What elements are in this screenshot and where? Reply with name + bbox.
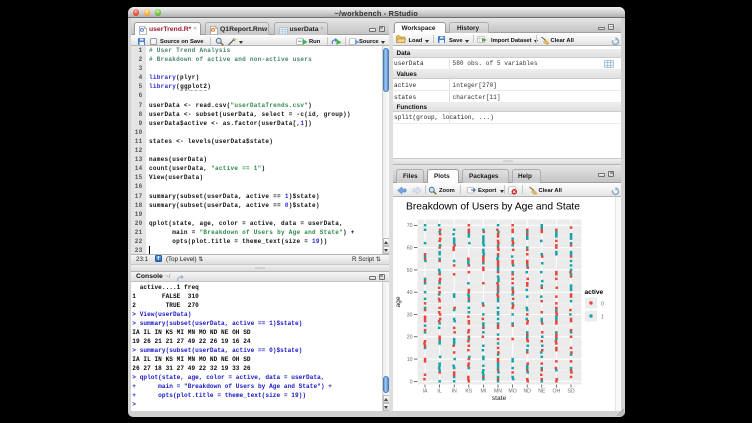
svg-text:IN: IN: [452, 389, 457, 395]
svg-text:MN: MN: [494, 389, 502, 395]
svg-text:KS: KS: [465, 389, 472, 395]
svg-text:MO: MO: [508, 389, 516, 395]
svg-text:NE: NE: [538, 389, 546, 395]
svg-text:60: 60: [407, 246, 413, 252]
svg-text:MI: MI: [481, 389, 487, 395]
svg-text:20: 20: [407, 335, 413, 341]
svg-text:IL: IL: [437, 389, 441, 395]
svg-text:OH: OH: [553, 389, 561, 395]
svg-text:state: state: [492, 395, 507, 402]
svg-text:active: active: [585, 289, 604, 296]
svg-text:0: 0: [410, 379, 413, 385]
svg-text:age: age: [395, 296, 402, 307]
svg-text:Breakdown of Users by Age and: Breakdown of Users by Age and State: [406, 202, 580, 213]
svg-text:40: 40: [407, 290, 413, 296]
svg-text:0: 0: [601, 302, 604, 308]
svg-text:10: 10: [407, 357, 413, 363]
svg-text:50: 50: [407, 268, 413, 274]
svg-text:70: 70: [407, 223, 413, 229]
svg-text:SD: SD: [567, 389, 574, 395]
svg-text:ND: ND: [523, 389, 531, 395]
svg-text:30: 30: [407, 312, 413, 318]
svg-text:IA: IA: [423, 389, 428, 395]
svg-text:1: 1: [601, 315, 604, 321]
